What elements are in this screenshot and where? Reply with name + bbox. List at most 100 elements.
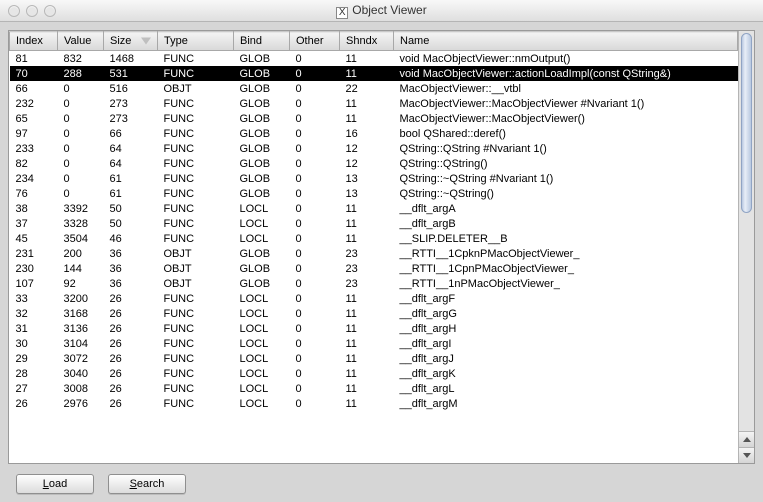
column-header-name[interactable]: Name <box>394 32 738 51</box>
minimize-window-button[interactable] <box>26 5 38 17</box>
table-row[interactable]: 30310426FUNCLOCL011__dflt_argI <box>10 336 738 351</box>
table-row[interactable]: 33320026FUNCLOCL011__dflt_argF <box>10 291 738 306</box>
cell-bind: GLOB <box>234 171 290 186</box>
table-row[interactable]: 32316826FUNCLOCL011__dflt_argG <box>10 306 738 321</box>
cell-bind: GLOB <box>234 51 290 67</box>
table-row[interactable]: 26297626FUNCLOCL011__dflt_argM <box>10 396 738 411</box>
cell-other: 0 <box>290 216 340 231</box>
table-row[interactable]: 1079236OBJTGLOB023__RTTI__1nPMacObjectVi… <box>10 276 738 291</box>
table-row[interactable]: 28304026FUNCLOCL011__dflt_argK <box>10 366 738 381</box>
load-button[interactable]: Load <box>16 474 94 494</box>
column-header-label: Name <box>400 35 429 47</box>
window-title: XObject Viewer <box>0 3 763 19</box>
search-mnemonic: S <box>130 478 137 490</box>
table-row[interactable]: 29307226FUNCLOCL011__dflt_argJ <box>10 351 738 366</box>
table-row[interactable]: 233064FUNCGLOB012QString::QString #Nvari… <box>10 141 738 156</box>
cell-bind: GLOB <box>234 96 290 111</box>
titlebar: XObject Viewer <box>0 0 763 22</box>
close-window-button[interactable] <box>8 5 20 17</box>
cell-shndx: 11 <box>340 111 394 126</box>
cell-value: 3136 <box>58 321 104 336</box>
cell-shndx: 16 <box>340 126 394 141</box>
column-header-type[interactable]: Type <box>158 32 234 51</box>
cell-shndx: 11 <box>340 306 394 321</box>
cell-size: 46 <box>104 231 158 246</box>
cell-name: __dflt_argB <box>394 216 738 231</box>
table-row[interactable]: 82064FUNCGLOB012QString::QString() <box>10 156 738 171</box>
scrollbar-track[interactable] <box>739 31 754 431</box>
cell-other: 0 <box>290 186 340 201</box>
cell-size: 1468 <box>104 51 158 67</box>
column-header-other[interactable]: Other <box>290 32 340 51</box>
search-button[interactable]: Search <box>108 474 186 494</box>
cell-type: OBJT <box>158 276 234 291</box>
table-row[interactable]: 2320273FUNCGLOB011MacObjectViewer::MacOb… <box>10 96 738 111</box>
cell-size: 26 <box>104 381 158 396</box>
cell-type: FUNC <box>158 141 234 156</box>
window-title-text: Object Viewer <box>352 3 426 17</box>
cell-index: 233 <box>10 141 58 156</box>
table-row[interactable]: 97066FUNCGLOB016bool QShared::deref() <box>10 126 738 141</box>
cell-name: __dflt_argK <box>394 366 738 381</box>
cell-index: 97 <box>10 126 58 141</box>
table-row[interactable]: 23120036OBJTGLOB023__RTTI__1CpknPMacObje… <box>10 246 738 261</box>
table-row[interactable]: 76061FUNCGLOB013QString::~QString() <box>10 186 738 201</box>
cell-bind: LOCL <box>234 351 290 366</box>
table-row[interactable]: 23014436OBJTGLOB023__RTTI__1CpnPMacObjec… <box>10 261 738 276</box>
cell-value: 0 <box>58 126 104 141</box>
cell-index: 230 <box>10 261 58 276</box>
cell-shndx: 11 <box>340 216 394 231</box>
cell-name: __dflt_argF <box>394 291 738 306</box>
cell-size: 36 <box>104 276 158 291</box>
column-header-value[interactable]: Value <box>58 32 104 51</box>
cell-bind: LOCL <box>234 231 290 246</box>
cell-name: QString::~QString #Nvariant 1() <box>394 171 738 186</box>
table-row[interactable]: 650273FUNCGLOB011MacObjectViewer::MacObj… <box>10 111 738 126</box>
cell-other: 0 <box>290 351 340 366</box>
cell-other: 0 <box>290 291 340 306</box>
cell-value: 92 <box>58 276 104 291</box>
cell-name: __RTTI__1CpnPMacObjectViewer_ <box>394 261 738 276</box>
table-row[interactable]: 660516OBJTGLOB022MacObjectViewer::__vtbl <box>10 81 738 96</box>
column-header-label: Type <box>164 35 188 47</box>
cell-other: 0 <box>290 171 340 186</box>
cell-other: 0 <box>290 231 340 246</box>
cell-name: __RTTI__1nPMacObjectViewer_ <box>394 276 738 291</box>
scroll-down-button[interactable] <box>739 447 754 463</box>
symbol-table-scroll: IndexValueSize Type BindOtherShndx Name 818… <box>9 31 738 463</box>
cell-other: 0 <box>290 246 340 261</box>
cell-value: 3104 <box>58 336 104 351</box>
cell-bind: GLOB <box>234 186 290 201</box>
cell-name: void MacObjectViewer::actionLoadImpl(con… <box>394 66 738 81</box>
table-row[interactable]: 27300826FUNCLOCL011__dflt_argL <box>10 381 738 396</box>
cell-shndx: 13 <box>340 171 394 186</box>
column-header-bind[interactable]: Bind <box>234 32 290 51</box>
table-row[interactable]: 38339250FUNCLOCL011__dflt_argA <box>10 201 738 216</box>
zoom-window-button[interactable] <box>44 5 56 17</box>
cell-index: 30 <box>10 336 58 351</box>
column-header-index[interactable]: Index <box>10 32 58 51</box>
table-row[interactable]: 234061FUNCGLOB013QString::~QString #Nvar… <box>10 171 738 186</box>
cell-bind: LOCL <box>234 321 290 336</box>
cell-bind: LOCL <box>234 216 290 231</box>
cell-bind: LOCL <box>234 336 290 351</box>
cell-name: QString::QString() <box>394 156 738 171</box>
table-row[interactable]: 70288531FUNCGLOB011void MacObjectViewer:… <box>10 66 738 81</box>
table-row[interactable]: 45350446FUNCLOCL011__SLIP.DELETER__B <box>10 231 738 246</box>
column-header-size[interactable]: Size <box>104 32 158 51</box>
cell-bind: GLOB <box>234 126 290 141</box>
table-row[interactable]: 37332850FUNCLOCL011__dflt_argB <box>10 216 738 231</box>
cell-shndx: 11 <box>340 291 394 306</box>
cell-bind: LOCL <box>234 396 290 411</box>
cell-type: FUNC <box>158 66 234 81</box>
cell-bind: GLOB <box>234 81 290 96</box>
cell-name: __SLIP.DELETER__B <box>394 231 738 246</box>
table-row[interactable]: 31313626FUNCLOCL011__dflt_argH <box>10 321 738 336</box>
scrollbar-thumb[interactable] <box>741 33 752 213</box>
scroll-up-button[interactable] <box>739 431 754 447</box>
vertical-scrollbar[interactable] <box>738 31 754 463</box>
cell-other: 0 <box>290 66 340 81</box>
table-row[interactable]: 818321468FUNCGLOB011void MacObjectViewer… <box>10 51 738 67</box>
column-header-shndx[interactable]: Shndx <box>340 32 394 51</box>
cell-size: 273 <box>104 111 158 126</box>
